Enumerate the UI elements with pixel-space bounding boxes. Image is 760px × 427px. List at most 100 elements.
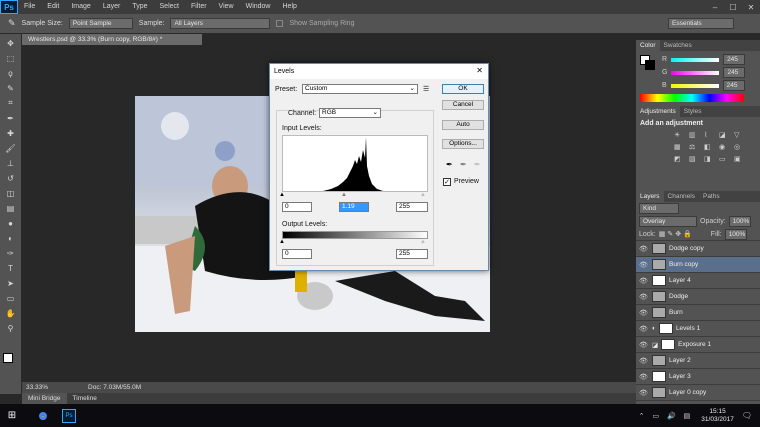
exposure-icon[interactable]: ◪ bbox=[719, 131, 729, 139]
eyedropper-tool-icon[interactable]: ✒ bbox=[3, 112, 19, 124]
menu-edit[interactable]: Edit bbox=[41, 0, 65, 14]
close-button[interactable]: ✕ bbox=[742, 0, 760, 14]
zoom-tool-icon[interactable]: ⚲ bbox=[3, 322, 19, 334]
menu-view[interactable]: View bbox=[213, 0, 240, 14]
windows-start-icon[interactable]: ⊞ bbox=[0, 410, 24, 421]
path-select-tool-icon[interactable]: ➤ bbox=[3, 277, 19, 289]
minimize-button[interactable]: – bbox=[706, 0, 724, 14]
marquee-tool-icon[interactable]: ⬚ bbox=[3, 52, 19, 64]
notifications-icon[interactable]: 🗨 bbox=[742, 411, 752, 420]
healing-tool-icon[interactable]: ✚ bbox=[3, 127, 19, 139]
green-slider[interactable] bbox=[671, 70, 720, 75]
foreground-color[interactable] bbox=[3, 353, 13, 363]
eye-icon[interactable]: 👁 bbox=[639, 293, 649, 301]
zoom-level[interactable]: 33.33% bbox=[26, 384, 48, 391]
tray-icons[interactable]: ⌃ ▭ 🔊 ▤ bbox=[639, 412, 694, 420]
tab-channels[interactable]: Channels bbox=[664, 191, 699, 202]
curves-icon[interactable]: ⌇ bbox=[704, 131, 714, 139]
layer-row[interactable]: 👁 ◐ Levels 1 bbox=[636, 321, 760, 337]
eraser-tool-icon[interactable]: ◫ bbox=[3, 187, 19, 199]
vibrance-icon[interactable]: ▽ bbox=[734, 131, 744, 139]
levels-icon[interactable]: ▥ bbox=[689, 131, 699, 139]
lasso-tool-icon[interactable]: ϙ bbox=[3, 67, 19, 79]
output-levels-slider[interactable]: ▲ ▲ bbox=[279, 239, 428, 245]
layer-row[interactable]: 👁 Layer 3 bbox=[636, 369, 760, 385]
layer-kind-filter[interactable]: Kind bbox=[639, 203, 679, 214]
input-gamma-handle[interactable]: ▲ bbox=[341, 192, 347, 198]
quick-select-tool-icon[interactable]: ✎ bbox=[3, 82, 19, 94]
tab-paths[interactable]: Paths bbox=[699, 191, 724, 202]
eye-icon[interactable]: 👁 bbox=[639, 261, 649, 269]
brightness-icon[interactable]: ☀ bbox=[674, 131, 684, 139]
white-point-eyedropper-icon[interactable]: ✒ bbox=[474, 160, 481, 169]
output-white-field[interactable]: 255 bbox=[396, 249, 428, 259]
output-black-field[interactable]: 0 bbox=[282, 249, 312, 259]
blue-slider[interactable] bbox=[670, 83, 719, 88]
tab-mini-bridge[interactable]: Mini Bridge bbox=[22, 393, 67, 404]
eye-icon[interactable]: 👁 bbox=[639, 309, 649, 317]
color-balance-icon[interactable]: ⚖ bbox=[689, 143, 699, 151]
eye-icon[interactable]: 👁 bbox=[639, 277, 649, 285]
preset-select[interactable]: Custom ⌄ bbox=[302, 84, 418, 94]
eye-icon[interactable]: 👁 bbox=[639, 373, 649, 381]
green-value[interactable]: 245 bbox=[723, 67, 746, 78]
crop-tool-icon[interactable]: ⌗ bbox=[3, 97, 19, 109]
bg-color-box[interactable] bbox=[645, 60, 655, 70]
gray-point-eyedropper-icon[interactable]: ✒ bbox=[460, 160, 467, 169]
shape-tool-icon[interactable]: ▭ bbox=[3, 292, 19, 304]
stamp-tool-icon[interactable]: ⊥ bbox=[3, 157, 19, 169]
brush-tool-icon[interactable]: 🖌 bbox=[3, 142, 19, 154]
hue-saturation-icon[interactable]: ▦ bbox=[674, 143, 684, 151]
layer-row[interactable]: 👁 Layer 4 bbox=[636, 273, 760, 289]
channel-select[interactable]: RGB ⌄ bbox=[319, 108, 381, 118]
type-tool-icon[interactable]: T bbox=[3, 262, 19, 274]
menu-file[interactable]: File bbox=[18, 0, 41, 14]
blur-tool-icon[interactable]: ● bbox=[3, 217, 19, 229]
layer-row[interactable]: 👁 Burn bbox=[636, 305, 760, 321]
dodge-tool-icon[interactable]: ◐ bbox=[3, 232, 19, 244]
doc-info[interactable]: Doc: 7.03M/55.0M bbox=[88, 384, 141, 391]
menu-filter[interactable]: Filter bbox=[185, 0, 213, 14]
red-value[interactable]: 245 bbox=[723, 54, 746, 65]
options-button[interactable]: Options... bbox=[442, 139, 484, 149]
sample-size-select[interactable]: Point Sample bbox=[68, 18, 133, 29]
posterize-icon[interactable]: ▨ bbox=[689, 155, 699, 163]
menu-type[interactable]: Type bbox=[126, 0, 153, 14]
input-black-handle[interactable]: ▲ bbox=[279, 192, 285, 198]
dialog-close-icon[interactable]: ✕ bbox=[476, 66, 483, 75]
cancel-button[interactable]: Cancel bbox=[442, 100, 484, 110]
tab-color[interactable]: Color bbox=[636, 40, 660, 51]
eye-icon[interactable]: 👁 bbox=[639, 357, 649, 365]
auto-button[interactable]: Auto bbox=[442, 120, 484, 130]
menu-image[interactable]: Image bbox=[65, 0, 96, 14]
eye-icon[interactable]: 👁 bbox=[639, 245, 649, 253]
eyedropper-icon[interactable]: ✎ bbox=[8, 18, 16, 29]
tab-styles[interactable]: Styles bbox=[680, 106, 706, 117]
selective-color-icon[interactable]: ▣ bbox=[734, 155, 744, 163]
opacity-value[interactable]: 100% bbox=[728, 216, 751, 227]
eye-icon[interactable]: 👁 bbox=[639, 341, 649, 349]
red-slider[interactable] bbox=[671, 57, 720, 62]
pen-tool-icon[interactable]: ✑ bbox=[3, 247, 19, 259]
chrome-icon[interactable] bbox=[36, 408, 50, 423]
tab-layers[interactable]: Layers bbox=[636, 191, 664, 202]
eye-icon[interactable]: 👁 bbox=[639, 325, 649, 333]
tab-swatches[interactable]: Swatches bbox=[660, 40, 696, 51]
sample-select[interactable]: All Layers bbox=[170, 18, 271, 29]
color-swatches[interactable] bbox=[3, 353, 19, 369]
clock[interactable]: 15:15 31/03/2017 bbox=[701, 408, 734, 424]
blend-mode-select[interactable]: Overlay bbox=[639, 216, 697, 227]
threshold-icon[interactable]: ◨ bbox=[704, 155, 714, 163]
menu-select[interactable]: Select bbox=[154, 0, 185, 14]
preset-options-icon[interactable]: ☰ bbox=[423, 85, 429, 93]
history-brush-icon[interactable]: ↺ bbox=[3, 172, 19, 184]
tab-adjustments[interactable]: Adjustments bbox=[636, 106, 680, 117]
layer-row[interactable]: 👁 Layer 0 copy bbox=[636, 385, 760, 401]
blue-value[interactable]: 245 bbox=[722, 80, 745, 91]
hand-tool-icon[interactable]: ✋ bbox=[3, 307, 19, 319]
output-black-handle[interactable]: ▲ bbox=[279, 239, 285, 245]
gradient-tool-icon[interactable]: ▤ bbox=[3, 202, 19, 214]
menu-help[interactable]: Help bbox=[277, 0, 303, 14]
ok-button[interactable]: OK bbox=[442, 84, 484, 94]
input-gamma-field[interactable]: 1.19 bbox=[339, 202, 369, 212]
